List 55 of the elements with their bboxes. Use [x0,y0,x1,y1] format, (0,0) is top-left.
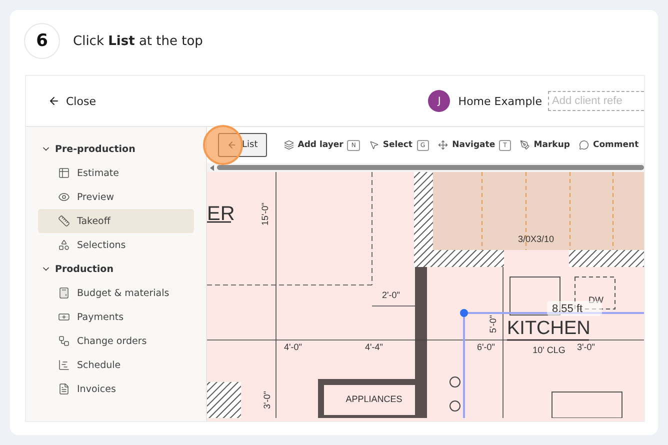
plan-label: KITCHEN [507,318,590,339]
plan-label: 6'-0" [477,342,495,352]
scrollbar-thumb[interactable] [217,165,644,170]
shapes-icon [58,239,70,251]
sidebar-item[interactable]: Selections [38,233,194,257]
back-arrow-icon [227,140,237,150]
sidebar-item[interactable]: Takeoff [38,209,194,233]
plan-label: 10' CLG [532,345,566,355]
calculator-icon [58,287,70,299]
project-name: Home Example [458,94,542,108]
scroll-left-icon [210,164,214,170]
sidebar-item[interactable]: Schedule [38,353,194,377]
comment-icon [578,140,589,150]
back-arrow-icon [48,95,60,107]
toolbar-button[interactable]: Markup [520,140,570,150]
step-instruction: Click List at the top [73,34,203,48]
table-icon [58,167,70,179]
plan-label: 3'-0" [577,342,595,352]
ruler-icon [58,215,70,227]
sidebar-item[interactable]: Estimate [38,161,194,185]
plan-label: APPLIANCES [346,394,402,404]
sidebar-item[interactable]: Preview [38,185,194,209]
layers-icon [284,140,294,150]
pen-icon [520,140,530,150]
step-number: 6 [25,24,59,58]
measurement-value: 8.55 ft [552,303,583,315]
measurement-tag [547,301,602,316]
plan-label: 2'-0" [382,290,400,300]
banknote-icon [58,311,70,323]
sidebar-item[interactable]: Change orders [38,329,194,353]
client-reference-field[interactable]: Add client refe [548,91,644,111]
document-icon [58,383,70,395]
sidebar-item[interactable]: Invoices [38,377,194,401]
avatar: J [428,90,450,112]
sidebar-item[interactable]: Budget & materials [38,281,194,305]
plan-label: 4'-0" [284,342,302,352]
plan-label: DW [588,295,604,305]
list-button[interactable]: List [218,133,267,157]
plan-label: 4'-4" [365,342,383,352]
move-icon [438,140,448,150]
plan-label: 15'-0" [260,202,270,226]
horizontal-scrollbar[interactable] [207,163,644,172]
close-button[interactable]: Close [48,94,96,108]
pointer-icon [368,140,379,150]
gantt-chart-icon [58,359,70,371]
eye-icon [58,191,70,203]
section-header[interactable]: Pre-production [38,137,194,161]
plan-label: 3'-0" [262,391,272,409]
sidebar-item[interactable]: Payments [38,305,194,329]
plan-label: 5'-0" [488,315,498,333]
plan-label: 3/0X3/10 [518,234,554,244]
section-header[interactable]: Production [38,257,194,281]
workflow-icon [58,335,70,347]
plan-label: ER [207,203,235,225]
toolbar-button[interactable]: Comment [578,140,639,150]
